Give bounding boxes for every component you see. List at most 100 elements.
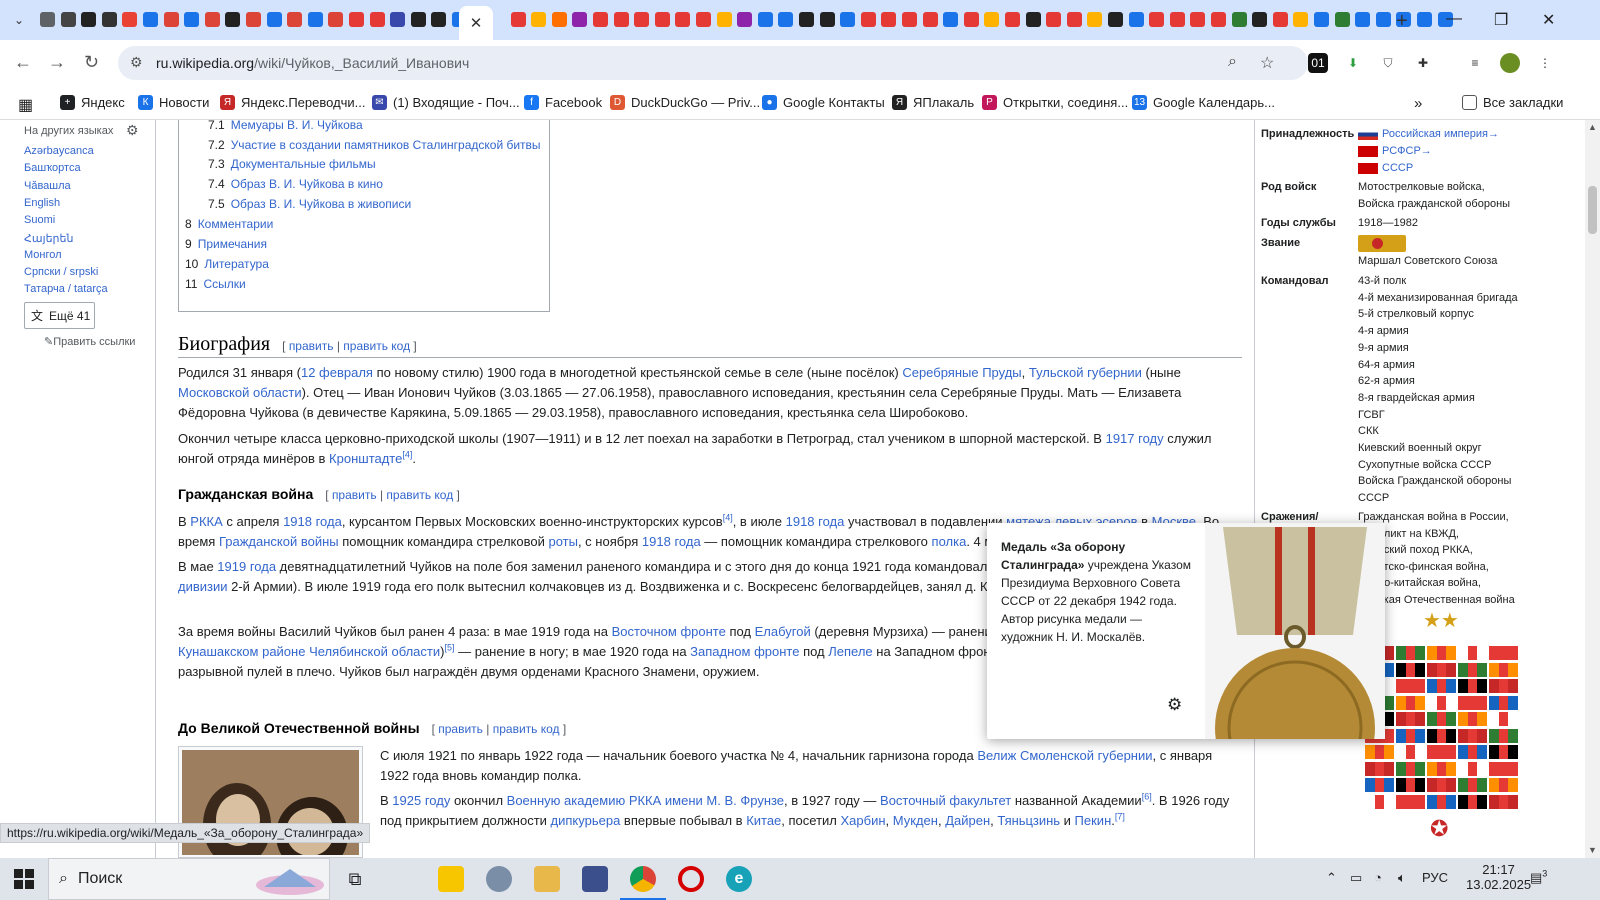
task-view-icon[interactable]: ⧉ <box>342 866 368 892</box>
award-ribbon[interactable] <box>1427 745 1456 759</box>
commanded-item[interactable]: 4-я армия <box>1358 323 1409 340</box>
tab-favicon-icon[interactable] <box>1128 12 1144 27</box>
allegiance-item[interactable]: СССР <box>1358 160 1413 177</box>
award-ribbon[interactable] <box>1458 662 1487 677</box>
inline-link[interactable]: Восточный факультет <box>880 793 1011 808</box>
toc-item[interactable]: 7.4 Образ В. И. Чуйкова в кино <box>208 177 383 191</box>
inline-link[interactable]: Китае <box>746 813 781 828</box>
commanded-item[interactable]: 64-я армия <box>1358 357 1415 374</box>
tab-favicon-icon[interactable] <box>328 12 344 27</box>
bookmark-star-icon[interactable]: ☆ <box>1260 53 1274 73</box>
award-ribbons[interactable] <box>1365 646 1520 811</box>
tab-favicon-icon[interactable] <box>1252 12 1268 27</box>
profile-avatar[interactable] <box>1500 53 1520 73</box>
award-ribbon[interactable] <box>1489 761 1518 776</box>
commanded-item[interactable]: Войска Гражданской обороны <box>1358 473 1511 490</box>
tab-favicon-icon[interactable] <box>963 12 979 27</box>
toc-link[interactable]: Образ В. И. Чуйкова в кино <box>231 177 383 191</box>
tab-favicon-icon[interactable] <box>1087 12 1103 27</box>
inline-link[interactable]: Военную академию РККА имени М. В. Фрунзе <box>507 793 784 808</box>
tab-favicon-icon[interactable] <box>1211 12 1226 27</box>
award-ribbon[interactable] <box>1396 662 1425 677</box>
hero-stars-icon[interactable]: ★★ <box>1423 608 1459 633</box>
edit-section-link[interactable]: править <box>438 722 483 736</box>
award-ribbon[interactable] <box>1458 679 1487 693</box>
toc-link[interactable]: Комментарии <box>198 217 274 231</box>
award-ribbon[interactable] <box>1427 695 1456 710</box>
award-ribbon[interactable] <box>1365 745 1394 759</box>
tab-favicon-icon[interactable] <box>246 12 261 27</box>
edit-source-link[interactable]: править код <box>386 488 453 502</box>
toc-item[interactable]: 10 Литература <box>185 257 269 271</box>
extension-download-icon[interactable]: ⬇ <box>1343 53 1363 73</box>
inline-link[interactable]: Смоленской губернии <box>1020 748 1153 763</box>
close-window-icon[interactable]: ✕ <box>1542 10 1555 30</box>
chrome-icon[interactable] <box>630 866 656 892</box>
reload-icon[interactable]: ↻ <box>84 52 99 73</box>
opera-icon[interactable] <box>678 866 704 892</box>
language-link[interactable]: Azərbaycanca <box>24 145 94 157</box>
commanded-item[interactable]: Сухопутные войска СССР <box>1358 457 1491 474</box>
inline-link[interactable]: Мукден <box>893 813 938 828</box>
tab-favicon-icon[interactable] <box>1293 12 1309 27</box>
tab-favicon-icon[interactable] <box>1314 12 1329 27</box>
input-language[interactable]: РУС <box>1422 870 1448 885</box>
tab-favicon-icon[interactable] <box>225 12 241 27</box>
save-disk-icon[interactable] <box>582 866 608 892</box>
bookmark-item[interactable]: 13 Google Календарь... <box>1132 95 1275 110</box>
toc-link[interactable]: Литература <box>204 257 269 271</box>
edit-interlanguage-links[interactable]: ✎Править ссылки <box>44 335 135 348</box>
branch-link[interactable]: Мотострелковые войска, <box>1358 179 1485 196</box>
allegiance-link[interactable]: РСФСР→ <box>1382 145 1432 157</box>
tab-favicon-icon[interactable] <box>572 12 588 27</box>
award-ribbon[interactable] <box>1458 728 1487 743</box>
back-icon[interactable]: ← <box>14 52 32 73</box>
extensions-puzzle-icon[interactable]: ✚ <box>1413 53 1433 73</box>
tab-favicon-icon[interactable] <box>675 12 691 27</box>
tab-favicon-icon[interactable] <box>1025 12 1041 27</box>
inline-link[interactable]: 1917 году <box>1106 431 1164 446</box>
tab-favicon-icon[interactable] <box>902 12 917 27</box>
tab-favicon-icon[interactable] <box>1272 12 1288 27</box>
language-link[interactable]: Башҡортса <box>24 162 81 174</box>
close-tab-icon[interactable]: ✕ <box>470 14 483 32</box>
allegiance-link[interactable]: Российская империя→ <box>1382 128 1499 140</box>
award-ribbon[interactable] <box>1458 646 1487 660</box>
toc-link[interactable]: Документальные фильмы <box>231 157 376 171</box>
tab-favicon-icon[interactable] <box>984 12 1000 27</box>
inline-link[interactable]: Харбин <box>841 813 886 828</box>
popup-settings-icon[interactable]: ⚙ <box>1167 695 1182 715</box>
bookmark-item[interactable]: P Открытки, соединя... <box>982 95 1128 110</box>
award-ribbon[interactable] <box>1458 712 1487 726</box>
commanded-item[interactable]: СКК <box>1358 423 1379 440</box>
toc-link[interactable]: Ссылки <box>203 277 245 291</box>
inline-link[interactable]: Велиж <box>977 748 1016 763</box>
award-ribbon[interactable] <box>1458 695 1487 710</box>
language-link[interactable]: Suomi <box>24 214 55 226</box>
menu-dots-icon[interactable]: ⋮ <box>1535 53 1555 73</box>
windows-start-icon[interactable] <box>14 869 34 894</box>
new-tab-button[interactable]: + <box>1396 10 1408 33</box>
scroll-up-icon[interactable]: ▲ <box>1588 122 1597 132</box>
toc-item[interactable]: 7.5 Образ В. И. Чуйкова в живописи <box>208 197 411 211</box>
tab-favicon-icon[interactable] <box>287 12 303 27</box>
award-ribbon[interactable] <box>1365 794 1394 809</box>
inline-link[interactable]: полка <box>932 534 967 549</box>
forward-icon[interactable]: → <box>48 52 66 73</box>
tab-favicon-icon[interactable] <box>81 12 97 27</box>
tab-favicon-icon[interactable] <box>1108 12 1123 27</box>
tab-favicon-icon[interactable] <box>204 12 220 27</box>
bookmark-item[interactable]: Я ЯПлакаль <box>892 95 974 110</box>
award-ribbon[interactable] <box>1458 745 1487 759</box>
reading-list-icon[interactable]: ≡ <box>1465 53 1485 73</box>
all-bookmarks-folder[interactable]: Все закладки <box>1462 95 1563 110</box>
taskbar-search-box[interactable]: ⌕ Поиск <box>48 858 330 900</box>
inline-link[interactable]: Восточном фронте <box>612 624 726 639</box>
commanded-item[interactable]: 5-й стрелковый корпус <box>1358 306 1474 323</box>
inline-link[interactable]: 12 февраля <box>301 365 373 380</box>
tab-favicon-icon[interactable] <box>922 12 938 27</box>
tab-favicon-icon[interactable] <box>1046 12 1062 27</box>
inline-link[interactable]: дипкурьера <box>551 813 621 828</box>
allegiance-item[interactable]: Российская империя→ <box>1358 126 1499 143</box>
toc-link[interactable]: Примечания <box>198 237 267 251</box>
